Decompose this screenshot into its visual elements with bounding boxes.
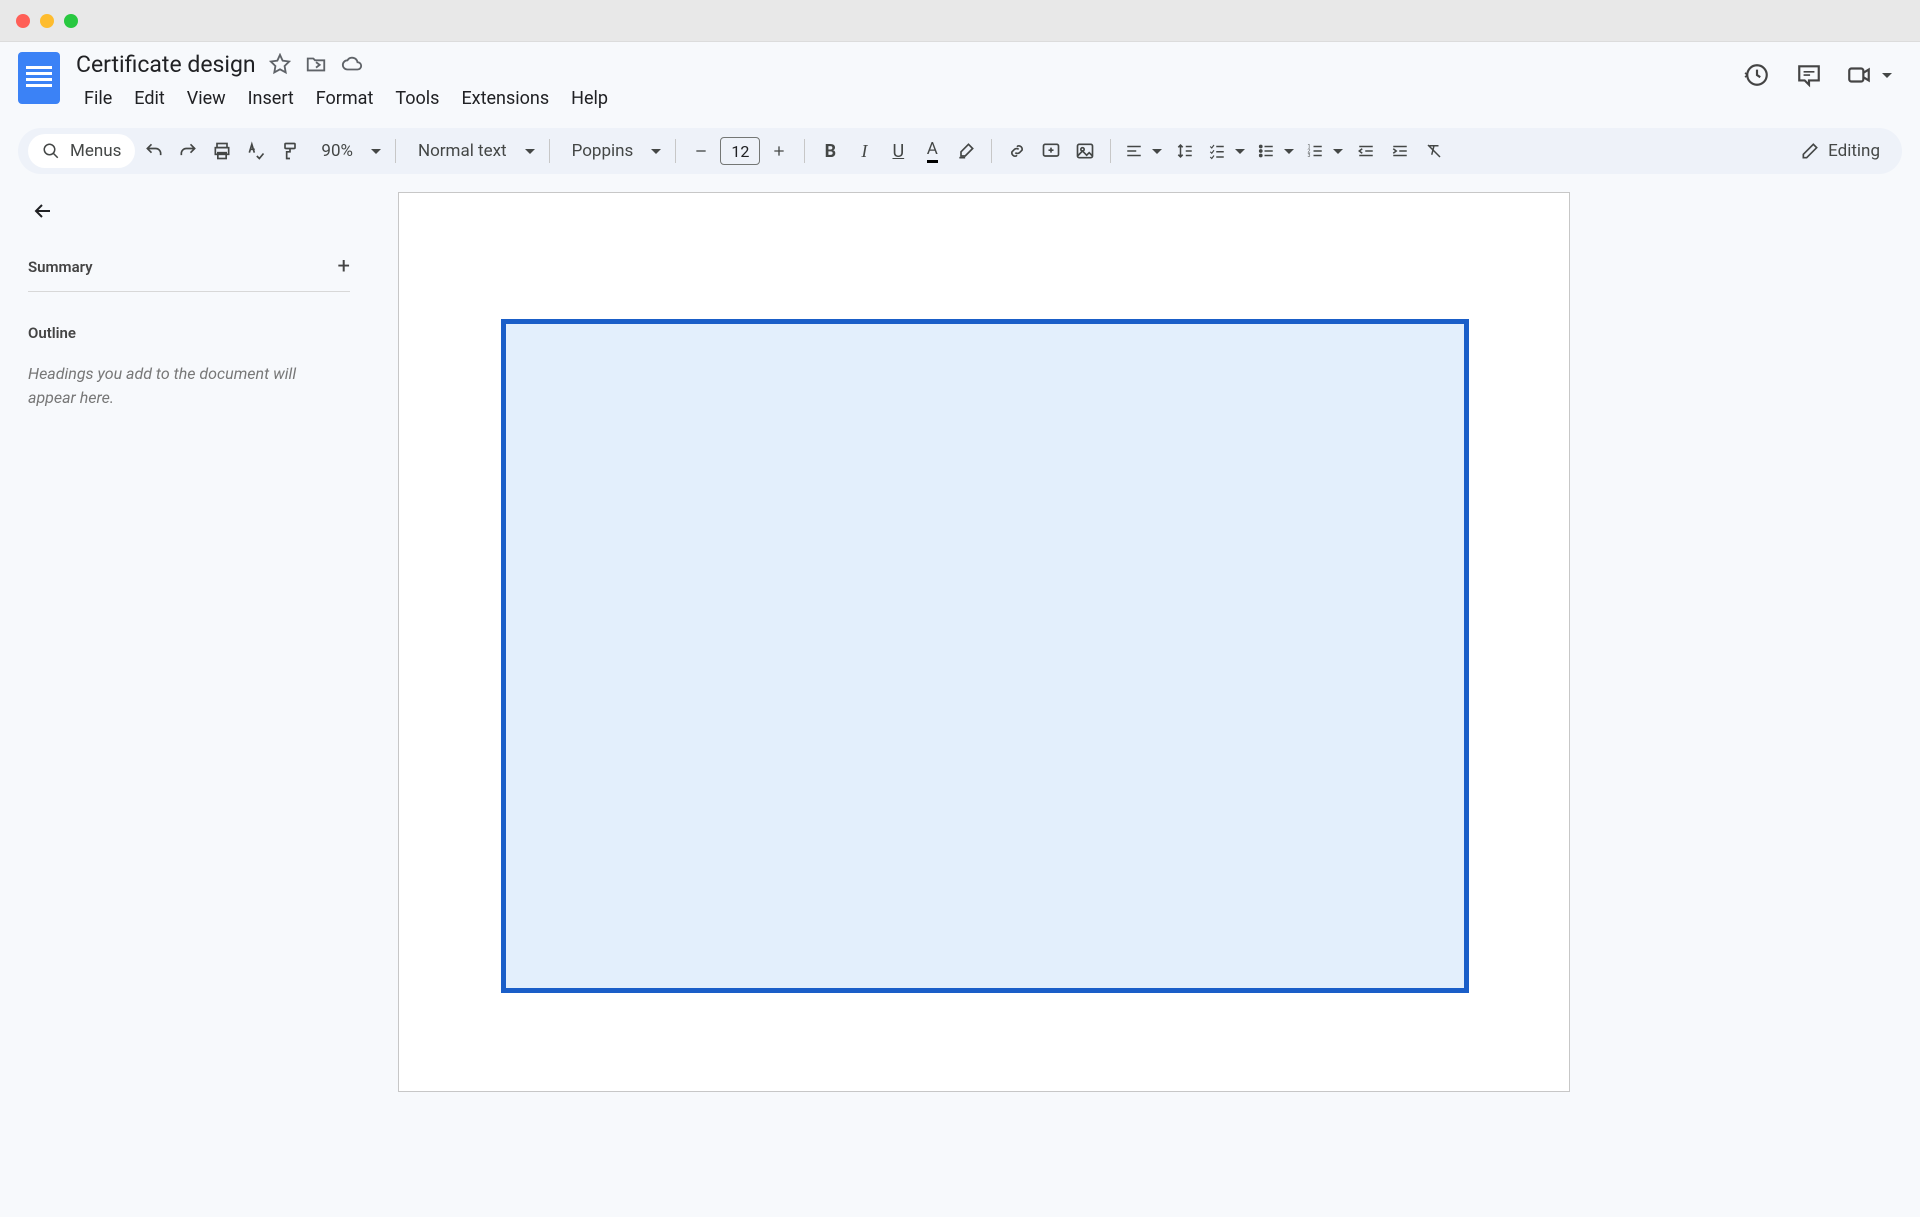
divider: [991, 139, 992, 163]
font-family-value: Poppins: [564, 141, 642, 161]
increase-indent-button[interactable]: [1385, 136, 1415, 166]
divider: [395, 139, 396, 163]
menu-extensions[interactable]: Extensions: [453, 84, 557, 113]
insert-link-button[interactable]: [1002, 136, 1032, 166]
highlight-color-button[interactable]: [951, 136, 981, 166]
menu-help[interactable]: Help: [563, 84, 616, 113]
italic-button[interactable]: I: [849, 136, 879, 166]
font-family-dropdown[interactable]: Poppins: [560, 136, 666, 166]
chevron-down-icon: [1333, 149, 1343, 154]
line-spacing-dropdown[interactable]: [1170, 136, 1200, 166]
bold-button[interactable]: B: [815, 136, 845, 166]
checklist-dropdown[interactable]: [1204, 136, 1249, 166]
summary-label: Summary: [28, 258, 93, 276]
add-comment-button[interactable]: [1036, 136, 1066, 166]
divider: [1110, 139, 1111, 163]
header: Certificate design File Edit View Insert…: [0, 42, 1920, 124]
meet-icon[interactable]: [1846, 60, 1892, 90]
menu-insert[interactable]: Insert: [240, 84, 302, 113]
chevron-down-icon: [1882, 73, 1892, 78]
decrease-indent-button[interactable]: [1351, 136, 1381, 166]
redo-button[interactable]: [173, 136, 203, 166]
chevron-down-icon: [1284, 149, 1294, 154]
paragraph-style-dropdown[interactable]: Normal text: [406, 136, 539, 166]
add-summary-button[interactable]: +: [338, 254, 350, 279]
svg-text:3: 3: [1308, 153, 1311, 159]
comments-icon[interactable]: [1794, 60, 1824, 90]
search-menus-label: Menus: [70, 141, 121, 161]
menu-format[interactable]: Format: [308, 84, 382, 113]
increase-font-size-button[interactable]: [764, 136, 794, 166]
chevron-down-icon: [525, 149, 535, 154]
history-icon[interactable]: [1742, 60, 1772, 90]
decrease-font-size-button[interactable]: [686, 136, 716, 166]
underline-button[interactable]: U: [883, 136, 913, 166]
divider: [675, 139, 676, 163]
search-icon: [42, 142, 60, 160]
paragraph-style-value: Normal text: [410, 141, 515, 161]
chevron-down-icon: [1235, 149, 1245, 154]
app-shell: Certificate design File Edit View Insert…: [0, 42, 1920, 1217]
clear-formatting-button[interactable]: [1419, 136, 1449, 166]
divider: [804, 139, 805, 163]
font-size-input[interactable]: 12: [720, 137, 760, 165]
outline-sidebar: Summary + Outline Headings you add to th…: [0, 182, 378, 1217]
document-page[interactable]: [398, 192, 1570, 1092]
body-area: Summary + Outline Headings you add to th…: [0, 182, 1920, 1217]
canvas-area[interactable]: [378, 182, 1920, 1217]
menu-view[interactable]: View: [179, 84, 234, 113]
window-maximize-dot[interactable]: [64, 14, 78, 28]
menu-edit[interactable]: Edit: [126, 84, 172, 113]
editing-mode-label: Editing: [1828, 141, 1880, 161]
document-title[interactable]: Certificate design: [76, 51, 256, 78]
docs-logo[interactable]: [18, 52, 60, 104]
browser-titlebar: [0, 0, 1920, 42]
chevron-down-icon: [651, 149, 661, 154]
editing-mode-dropdown[interactable]: Editing: [1800, 141, 1892, 161]
collapse-outline-button[interactable]: [28, 196, 58, 226]
insert-image-button[interactable]: [1070, 136, 1100, 166]
outline-label: Outline: [28, 324, 350, 342]
selected-rectangle-shape[interactable]: [501, 319, 1469, 993]
zoom-dropdown[interactable]: 90%: [309, 136, 385, 166]
menu-tools[interactable]: Tools: [387, 84, 447, 113]
header-right: [1742, 50, 1902, 90]
summary-row: Summary +: [28, 254, 350, 292]
spellcheck-button[interactable]: [241, 136, 271, 166]
title-area: Certificate design File Edit View Insert…: [76, 50, 616, 113]
outline-empty-hint: Headings you add to the document will ap…: [28, 362, 318, 410]
move-icon[interactable]: [304, 52, 328, 76]
bulleted-list-dropdown[interactable]: [1253, 136, 1298, 166]
align-dropdown[interactable]: [1121, 136, 1166, 166]
paint-format-button[interactable]: [275, 136, 305, 166]
numbered-list-dropdown[interactable]: 123: [1302, 136, 1347, 166]
chevron-down-icon: [1152, 149, 1162, 154]
zoom-value: 90%: [313, 141, 361, 161]
window-close-dot[interactable]: [16, 14, 30, 28]
text-color-button[interactable]: A: [917, 136, 947, 166]
pencil-icon: [1800, 141, 1820, 161]
menu-file[interactable]: File: [76, 84, 120, 113]
print-button[interactable]: [207, 136, 237, 166]
window-minimize-dot[interactable]: [40, 14, 54, 28]
search-menus-button[interactable]: Menus: [28, 134, 135, 168]
star-icon[interactable]: [268, 52, 292, 76]
undo-button[interactable]: [139, 136, 169, 166]
chevron-down-icon: [371, 149, 381, 154]
toolbar: Menus 90% Normal text Poppins: [18, 128, 1902, 174]
cloud-status-icon[interactable]: [340, 52, 364, 76]
menubar: File Edit View Insert Format Tools Exten…: [76, 84, 616, 113]
divider: [549, 139, 550, 163]
